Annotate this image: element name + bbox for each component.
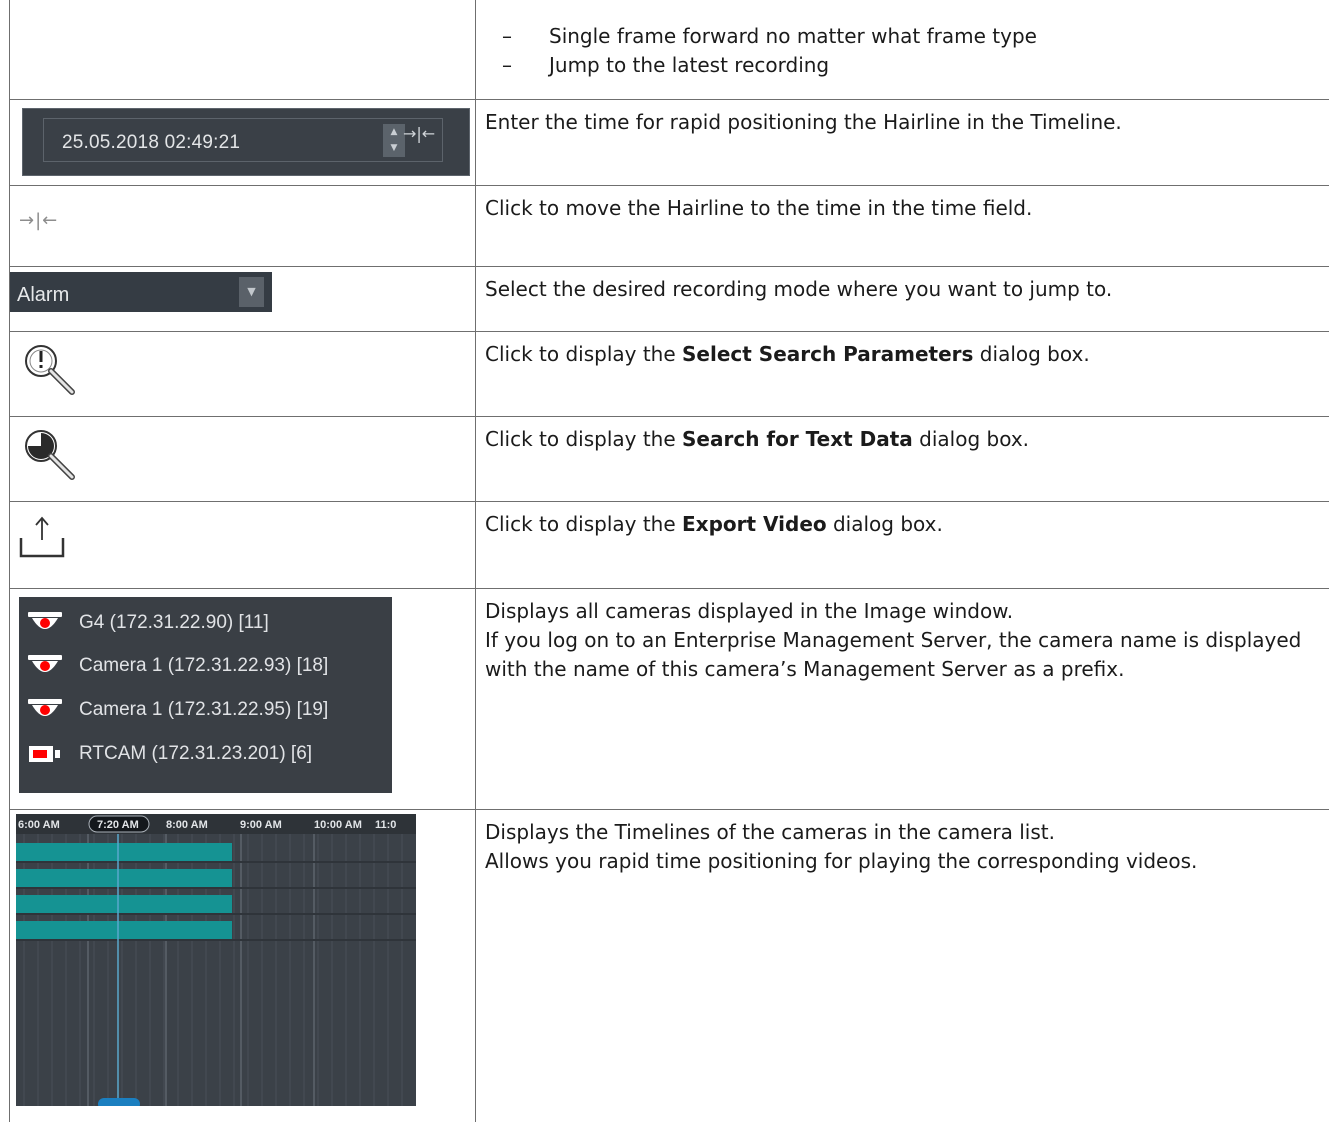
recording-indicator xyxy=(40,704,50,715)
description-prefix: Click to display the xyxy=(485,341,683,366)
table-cell-description: Click to display the Search for Text Dat… xyxy=(475,415,1329,501)
table-cell-description: Click to move the Hairline to the time i… xyxy=(475,184,1329,266)
dome-camera-icon xyxy=(28,698,62,716)
dome-camera-icon xyxy=(28,611,62,629)
time-label: 8:00 AM xyxy=(166,819,208,831)
description-prefix: Click to display the xyxy=(485,511,683,536)
recording-bar[interactable] xyxy=(16,868,232,887)
hairline-time-label: 7:20 AM xyxy=(97,819,139,831)
table-row: G4 (172.31.22.90) [11] Camera 1 (172.31.… xyxy=(9,587,1329,809)
list-item: – Jump to the latest recording xyxy=(485,51,1325,80)
time-field-panel: 25.05.2018 02:49:21 ▲ ▼ →|← xyxy=(22,107,470,176)
time-spinner[interactable]: ▲ ▼ xyxy=(383,123,405,157)
dialog-name: Select Search Parameters xyxy=(682,341,974,366)
recording-indicator xyxy=(40,617,50,628)
dash-marker: – xyxy=(502,24,512,48)
camera-name: G4 (172.31.22.90) [11] xyxy=(79,612,269,633)
description-text: Displays the Timelines of the cameras in… xyxy=(485,819,1055,844)
table-row: 25.05.2018 02:49:21 ▲ ▼ →|← Enter the ti… xyxy=(9,98,1329,185)
table-cell-image: G4 (172.31.22.90) [11] Camera 1 (172.31.… xyxy=(9,587,476,809)
dash-marker: – xyxy=(502,53,512,77)
table-cell-description: Displays all cameras displayed in the Im… xyxy=(475,587,1329,809)
camera-list-item[interactable]: RTCAM (172.31.23.201) [6] xyxy=(27,737,312,771)
recording-mode-dropdown[interactable]: Alarm ▼ xyxy=(10,271,272,312)
description-suffix: dialog box. xyxy=(826,511,943,536)
text-data-search-icon[interactable] xyxy=(20,425,80,485)
chevron-down-icon[interactable]: ▼ xyxy=(239,276,264,307)
time-input[interactable]: 25.05.2018 02:49:21 xyxy=(62,128,240,157)
description-text: Click to move the Hairline to the time i… xyxy=(485,195,1033,220)
dialog-name: Search for Text Data xyxy=(682,426,913,451)
ui-elements-table: – Single frame forward no matter what fra… xyxy=(9,0,1329,1122)
camera-name: RTCAM (172.31.23.201) [6] xyxy=(79,743,313,764)
camera-list-item[interactable]: Camera 1 (172.31.22.95) [19] xyxy=(27,693,328,727)
list-item-text: Jump to the latest recording xyxy=(549,53,830,77)
table-cell-description: Click to display the Export Video dialog… xyxy=(475,500,1329,588)
description-prefix: Click to display the xyxy=(485,426,683,451)
table-cell-description: Click to display the Select Search Param… xyxy=(475,330,1329,416)
description-text: Click to display the Select Search Param… xyxy=(485,340,1325,369)
list-item: – Single frame forward no matter what fra… xyxy=(485,22,1325,51)
description-text: Allows you rapid time positioning for pl… xyxy=(485,848,1198,873)
recording-bar[interactable] xyxy=(16,842,232,861)
spin-down-icon[interactable]: ▼ xyxy=(383,140,405,156)
description-text: Click to display the Search for Text Dat… xyxy=(485,425,1325,454)
description-text: Enter the time for rapid positioning the… xyxy=(485,109,1122,134)
hairline-handle[interactable] xyxy=(98,1097,140,1106)
time-label: 6:00 AM xyxy=(18,819,60,831)
table-cell-description: Displays the Timelines of the cameras in… xyxy=(475,808,1329,1122)
alarm-search-icon[interactable] xyxy=(20,340,80,400)
jump-to-time-icon[interactable]: →|← xyxy=(19,206,475,235)
camera-list: G4 (172.31.22.90) [11] Camera 1 (172.31.… xyxy=(19,596,392,793)
description-text: Click to display the Export Video dialog… xyxy=(485,510,1325,539)
table-cell-image xyxy=(9,0,476,99)
table-row: →|← Click to move the Hairline to the ti… xyxy=(9,184,1329,266)
time-label: 11:0 xyxy=(375,819,396,831)
table-cell-description: – Single frame forward no matter what fra… xyxy=(476,0,1329,99)
table-cell-description: Enter the time for rapid positioning the… xyxy=(475,98,1329,185)
table-cell-image: 6:00 AM 7:20 AM 8:00 AM 9:00 AM 10:00 AM… xyxy=(9,808,476,1122)
table-cell-image: 25.05.2018 02:49:21 ▲ ▼ →|← xyxy=(9,98,476,185)
dropdown-selected-value: Alarm xyxy=(17,283,70,306)
table-cell-description: Select the desired recording mode where … xyxy=(475,265,1329,331)
table-row: Click to display the Select Search Param… xyxy=(9,330,1329,416)
timeline-panel[interactable]: 6:00 AM 7:20 AM 8:00 AM 9:00 AM 10:00 AM… xyxy=(16,813,416,1106)
description-suffix: dialog box. xyxy=(973,341,1090,366)
time-input-frame: 25.05.2018 02:49:21 ▲ ▼ xyxy=(43,117,443,162)
table-row: Alarm ▼ Select the desired recording mod… xyxy=(9,265,1329,331)
camera-list-item[interactable]: G4 (172.31.22.90) [11] xyxy=(27,606,269,640)
table-row: Click to display the Search for Text Dat… xyxy=(9,415,1329,501)
recording-indicator xyxy=(40,660,50,671)
camera-name: Camera 1 (172.31.22.95) [19] xyxy=(79,699,329,720)
description-text: Displays all cameras displayed in the Im… xyxy=(485,598,1014,623)
table-cell-image: Alarm ▼ xyxy=(9,265,476,331)
jump-to-time-icon[interactable]: →|← xyxy=(403,119,435,148)
recording-indicator xyxy=(33,749,47,758)
table-row: – Single frame forward no matter what fra… xyxy=(9,0,1329,99)
table-cell-image xyxy=(9,500,476,588)
dome-camera-icon xyxy=(28,654,62,672)
description-text: Select the desired recording mode where … xyxy=(485,276,1113,301)
time-label: 9:00 AM xyxy=(240,819,282,831)
table-row: 6:00 AM 7:20 AM 8:00 AM 9:00 AM 10:00 AM… xyxy=(9,808,1329,1122)
bullet-list: – Single frame forward no matter what fra… xyxy=(485,0,1325,80)
camera-list-item[interactable]: Camera 1 (172.31.22.93) [18] xyxy=(27,649,328,683)
export-icon[interactable] xyxy=(19,514,69,564)
description-suffix: dialog box. xyxy=(912,426,1030,451)
recording-bar[interactable] xyxy=(16,920,232,939)
timeline-graphic[interactable]: 6:00 AM 7:20 AM 8:00 AM 9:00 AM 10:00 AM… xyxy=(16,813,416,1106)
spin-up-icon[interactable]: ▲ xyxy=(383,124,405,140)
table-cell-image xyxy=(9,330,476,416)
recording-bar[interactable] xyxy=(16,894,232,913)
table-cell-image xyxy=(9,415,476,501)
description-text: If you log on to an Enterprise Managemen… xyxy=(485,627,1302,681)
list-item-text: Single frame forward no matter what fram… xyxy=(549,24,1037,48)
time-label: 10:00 AM xyxy=(314,819,362,831)
table-row: Click to display the Export Video dialog… xyxy=(9,500,1329,588)
recording-bars xyxy=(16,842,232,939)
dialog-name: Export Video xyxy=(682,511,827,536)
box-camera-icon xyxy=(29,745,60,762)
camera-name: Camera 1 (172.31.22.93) [18] xyxy=(79,655,329,676)
table-cell-image: →|← xyxy=(9,184,476,266)
